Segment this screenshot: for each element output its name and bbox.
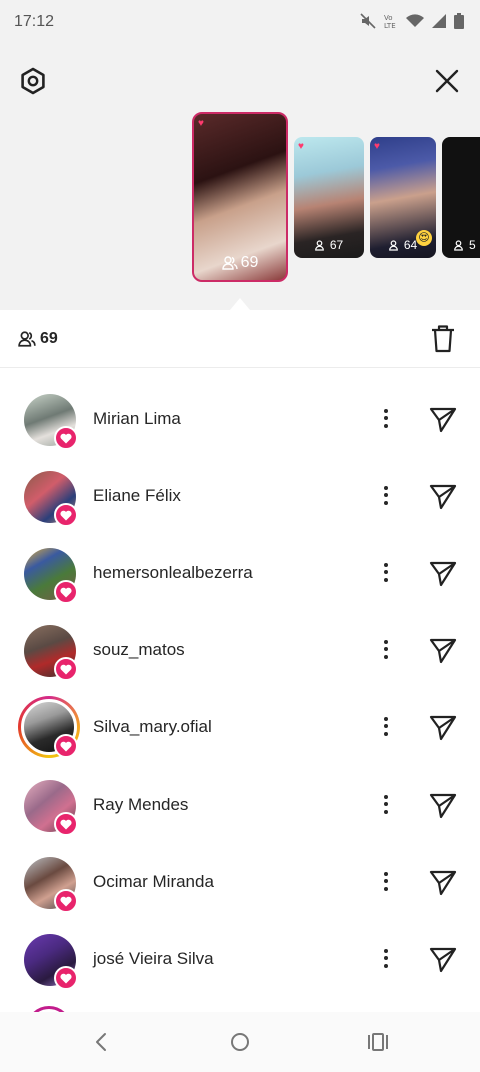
viewer-list[interactable]: Mirian Lima Eliane Félix hemersonlealbez… — [0, 368, 480, 1012]
heart-icon — [54, 426, 78, 450]
viewers-count[interactable]: 69 — [18, 330, 58, 348]
send-icon[interactable] — [428, 404, 458, 434]
svg-text:LTE: LTE — [384, 22, 396, 29]
status-time: 17:12 — [14, 13, 55, 30]
more-options-icon[interactable] — [376, 867, 396, 895]
story-views-count: 69 — [240, 254, 259, 271]
send-icon[interactable] — [428, 558, 458, 588]
story-views: 5 — [442, 238, 480, 252]
username[interactable]: Silva_mary.ofial — [93, 717, 212, 737]
more-options-icon[interactable] — [376, 790, 396, 818]
list-item[interactable]: Ray Mendes — [0, 780, 480, 858]
signal-icon — [432, 14, 446, 28]
heart-icon — [54, 812, 78, 836]
status-icons: Vo LTE — [360, 13, 464, 29]
viewers-icon — [314, 239, 324, 251]
username[interactable]: josé Vieira Silva — [93, 949, 214, 969]
send-icon[interactable] — [428, 481, 458, 511]
viewers-icon — [454, 239, 463, 251]
send-icon[interactable] — [428, 712, 458, 742]
more-options-icon[interactable] — [376, 635, 396, 663]
heart-icon — [54, 503, 78, 527]
story-thumbnail[interactable]: 5 — [442, 137, 480, 258]
viewers-bar: 69 — [0, 310, 480, 368]
story-views: 64 — [370, 238, 436, 252]
username[interactable]: Mirian Lima — [93, 409, 181, 429]
more-options-icon[interactable] — [376, 481, 396, 509]
list-item[interactable]: Ocimar Miranda — [0, 857, 480, 935]
svg-text:Vo: Vo — [384, 14, 393, 22]
story-thumbnail[interactable]: ♥ 😍 64 — [370, 137, 436, 258]
list-item[interactable]: hemersonlealbezerra — [0, 548, 480, 626]
story-viewer-header: ♥ 69 ♥ 67 ♥ 😍 64 5 — [0, 46, 480, 310]
list-item[interactable]: souz_matos — [0, 625, 480, 703]
heart-icon — [54, 657, 78, 681]
volte-icon: Vo LTE — [384, 13, 398, 29]
send-icon[interactable] — [428, 944, 458, 974]
story-carousel[interactable]: ♥ 69 ♥ 67 ♥ 😍 64 5 — [192, 112, 480, 286]
heart-icon: ♥ — [298, 141, 304, 152]
mute-icon — [360, 13, 376, 29]
heart-icon — [54, 734, 78, 758]
username[interactable]: Ocimar Miranda — [93, 872, 214, 892]
list-item[interactable]: Silva_mary.ofial — [0, 696, 480, 780]
more-options-icon[interactable] — [376, 712, 396, 740]
status-bar: 17:12 Vo LTE — [0, 0, 480, 46]
list-item[interactable]: josé Vieira Silva — [0, 934, 480, 1012]
settings-icon[interactable] — [18, 66, 48, 96]
viewers-count-label: 69 — [40, 330, 58, 347]
home-icon[interactable] — [228, 1030, 252, 1054]
heart-icon: ♥ — [374, 141, 380, 152]
list-item[interactable]: Mirian Lima — [0, 394, 480, 472]
more-options-icon[interactable] — [376, 404, 396, 432]
story-views-count: 5 — [469, 238, 476, 252]
viewers-icon — [221, 256, 238, 270]
heart-icon — [54, 966, 78, 990]
heart-icon — [54, 580, 78, 604]
story-views: 69 — [194, 254, 286, 272]
wifi-icon — [406, 14, 424, 28]
send-icon[interactable] — [428, 790, 458, 820]
more-options-icon[interactable] — [376, 944, 396, 972]
viewers-icon — [388, 239, 398, 251]
back-icon[interactable] — [90, 1030, 114, 1054]
more-options-icon[interactable] — [376, 558, 396, 586]
story-views-count: 64 — [403, 238, 418, 252]
trash-icon[interactable] — [430, 324, 456, 354]
username[interactable]: Eliane Félix — [93, 486, 181, 506]
username[interactable]: hemersonlealbezerra — [93, 563, 253, 583]
username[interactable]: Ray Mendes — [93, 795, 188, 815]
send-icon[interactable] — [428, 635, 458, 665]
battery-icon — [454, 13, 464, 29]
recents-icon[interactable] — [366, 1030, 390, 1054]
heart-icon: ♥ — [198, 118, 204, 129]
story-thumbnail[interactable]: ♥ 67 — [294, 137, 364, 258]
list-item[interactable]: Eliane Félix — [0, 471, 480, 549]
heart-icon — [54, 889, 78, 913]
story-thumbnail-selected[interactable]: ♥ 69 — [192, 112, 288, 282]
selected-story-pointer — [230, 298, 250, 310]
send-icon[interactable] — [428, 867, 458, 897]
system-nav-bar — [0, 1012, 480, 1072]
close-icon[interactable] — [432, 66, 462, 96]
viewers-icon — [18, 331, 36, 347]
story-views-count: 67 — [329, 238, 344, 252]
story-views: 67 — [294, 238, 364, 252]
username[interactable]: souz_matos — [93, 640, 185, 660]
